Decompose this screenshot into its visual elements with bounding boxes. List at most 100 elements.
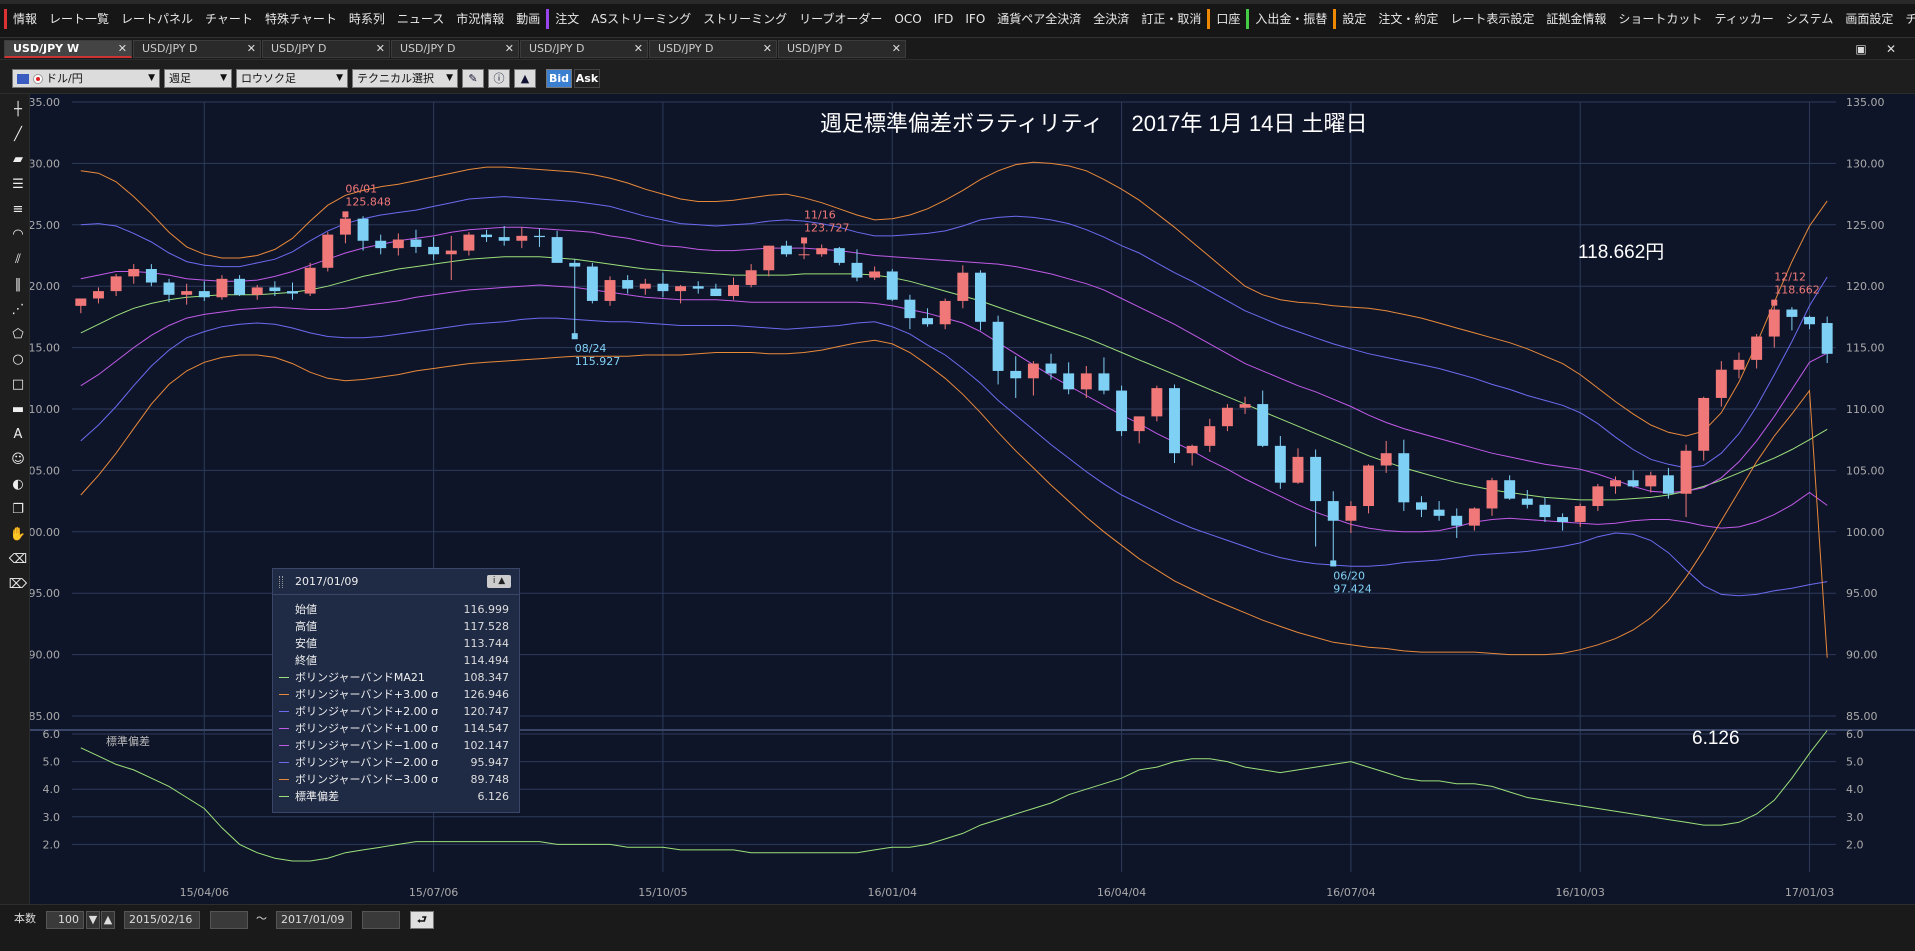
menu-item[interactable]: 市況情報 — [450, 9, 510, 29]
candle-body — [92, 291, 104, 299]
eraser-all-icon[interactable]: ⌦ — [8, 575, 28, 595]
menu-item[interactable]: 通貨ペア全決済 — [991, 9, 1087, 29]
text-icon[interactable]: A — [8, 425, 28, 445]
ask-toggle[interactable]: Ask — [574, 69, 600, 88]
currency-pair-select[interactable]: ドル/円 ▼ — [12, 69, 160, 88]
menu-item[interactable]: ニュース — [391, 9, 450, 29]
count-input[interactable]: 100 — [46, 911, 84, 929]
pitchfork-icon[interactable]: ⋰ — [8, 300, 28, 320]
paint-icon[interactable]: ◐ — [8, 475, 28, 495]
eraser-icon[interactable]: ⌫ — [8, 550, 28, 570]
menu-item[interactable]: 注文 — [546, 9, 585, 29]
tab-close-icon[interactable]: ✕ — [505, 41, 514, 57]
bid-toggle[interactable]: Bid — [546, 69, 572, 88]
menu-item[interactable]: ストリーミング — [697, 9, 793, 29]
trendline-icon[interactable]: ╱ — [8, 125, 28, 145]
tab-close-icon[interactable]: ✕ — [892, 41, 901, 57]
menu-item[interactable]: 設定 — [1333, 9, 1372, 29]
count-up-icon[interactable]: ▲ — [101, 911, 115, 929]
pentagon-icon[interactable]: ⬠ — [8, 325, 28, 345]
info-collapse-icon[interactable]: i ▲ — [487, 575, 511, 588]
last-sd-label: 6.126 — [1692, 728, 1740, 749]
emoji-icon[interactable]: ☺ — [8, 450, 28, 470]
pencil-icon[interactable]: ✎ — [462, 69, 484, 88]
candle-body — [428, 246, 440, 255]
tab-close-icon[interactable]: ✕ — [376, 41, 385, 57]
menu-item[interactable]: チャート — [199, 9, 259, 29]
menu-item[interactable]: 動画 — [510, 9, 546, 29]
tab-close-icon[interactable]: ✕ — [118, 41, 127, 57]
menu-item[interactable]: リーブオーダー — [793, 9, 888, 29]
menu-item[interactable]: 訂正・取消 — [1135, 9, 1207, 29]
period-select[interactable]: 週足 ▼ — [164, 69, 232, 88]
horizontal-lines-icon[interactable]: ☰ — [8, 175, 28, 195]
menu-item[interactable]: OCO — [888, 9, 927, 29]
menu-item[interactable]: IFO — [959, 9, 991, 29]
fibonacci-icon[interactable]: ≡ — [8, 200, 28, 220]
mountain-chart-icon[interactable]: ▲ — [514, 69, 536, 88]
menu-item[interactable]: 画面設定 — [1839, 9, 1899, 29]
chart-tab[interactable]: USD/JPY D ✕ — [778, 40, 906, 58]
menu-item[interactable]: システム — [1780, 9, 1840, 29]
apply-range-icon[interactable]: ⮐ — [410, 911, 434, 929]
menu-item[interactable]: レートパネル — [115, 9, 199, 29]
chart-tab[interactable]: USD/JPY D ✕ — [649, 40, 777, 58]
circle-icon[interactable]: ○ — [8, 350, 28, 370]
menu-item[interactable]: チャート — [1899, 9, 1915, 29]
to-time-input[interactable] — [362, 911, 400, 929]
info-row-value: 6.126 — [477, 790, 510, 803]
vertical-lines-icon[interactable]: ‖ — [8, 275, 28, 295]
menu-item[interactable]: 証拠金情報 — [1540, 9, 1612, 29]
annotation-date: 06/20 — [1333, 569, 1365, 582]
line-icon[interactable]: ▬ — [8, 400, 28, 420]
menu-item[interactable]: レート一覧 — [43, 9, 115, 29]
menu-item[interactable]: 情報 — [4, 9, 43, 29]
menu-item[interactable]: 注文・約定 — [1372, 9, 1444, 29]
hand-icon[interactable]: ✋ — [8, 525, 28, 545]
chart-tab[interactable]: USD/JPY D ✕ — [262, 40, 390, 58]
drag-handle-icon[interactable] — [279, 576, 283, 588]
chart-tab[interactable]: USD/JPY D ✕ — [391, 40, 519, 58]
menu-item[interactable]: 時系列 — [343, 9, 391, 29]
sub-y-tick-label: 5.0 — [1846, 756, 1864, 769]
menu-item[interactable]: 入出金・振替 — [1246, 9, 1333, 29]
menu-item[interactable]: 全決済 — [1087, 9, 1135, 29]
y-tick-label: 120.00 — [1846, 280, 1885, 293]
tab-close-icon[interactable]: ✕ — [634, 41, 643, 57]
data-info-panel[interactable]: 2017/01/09 i ▲ 始値 116.999 高値 117.528 安値 113.7… — [272, 568, 520, 813]
menu-item[interactable]: IFD — [928, 9, 960, 29]
from-date-input[interactable]: 2015/02/16 — [124, 911, 200, 929]
crosshair-icon[interactable]: ┼ — [8, 100, 28, 120]
gann-icon[interactable]: ⫽ — [8, 250, 28, 270]
close-window-icon[interactable]: ✕ — [1882, 41, 1900, 57]
candle-body — [1080, 373, 1092, 390]
chart-tab[interactable]: USD/JPY D ✕ — [133, 40, 261, 58]
menu-item[interactable]: レート表示設定 — [1444, 9, 1540, 29]
restore-window-icon[interactable]: ▣ — [1852, 41, 1870, 57]
chart-area[interactable]: 135.00 135.00 130.00 130.00 125.00 125.00 120.… — [30, 94, 1915, 904]
copy-icon[interactable]: ❐ — [8, 500, 28, 520]
ruler-icon[interactable]: ▰ — [8, 150, 28, 170]
menu-item[interactable]: 特殊チャート — [259, 9, 343, 29]
info-row: ボリンジャーバンドMA21 108.347 — [273, 669, 519, 686]
tab-close-icon[interactable]: ✕ — [763, 41, 772, 57]
info-row-value: 120.747 — [463, 705, 510, 718]
y-tick-label: 90.00 — [1846, 649, 1878, 662]
fan-icon[interactable]: ◠ — [8, 225, 28, 245]
rectangle-icon[interactable]: □ — [8, 375, 28, 395]
menu-item[interactable]: ASストリーミング — [585, 9, 697, 29]
chart-tab[interactable]: USD/JPY D ✕ — [520, 40, 648, 58]
to-date-input[interactable]: 2017/01/09 — [276, 911, 352, 929]
menu-item[interactable]: ショートカット — [1612, 9, 1708, 29]
tab-close-icon[interactable]: ✕ — [247, 41, 256, 57]
chart-type-select[interactable]: ロウソク足 ▼ — [236, 69, 348, 88]
count-down-icon[interactable]: ▼ — [86, 911, 100, 929]
technical-select[interactable]: テクニカル選択 ▼ — [352, 69, 458, 88]
info-icon[interactable]: ⓘ — [488, 69, 510, 88]
info-row-label: ボリンジャーバンド+1.00 σ — [295, 722, 439, 735]
menu-item[interactable]: 口座 — [1207, 9, 1246, 29]
period-label: 週足 — [169, 72, 191, 85]
chart-tab[interactable]: USD/JPY W ✕ — [4, 40, 132, 58]
from-time-input[interactable] — [210, 911, 248, 929]
menu-item[interactable]: ティッカー — [1708, 9, 1779, 29]
